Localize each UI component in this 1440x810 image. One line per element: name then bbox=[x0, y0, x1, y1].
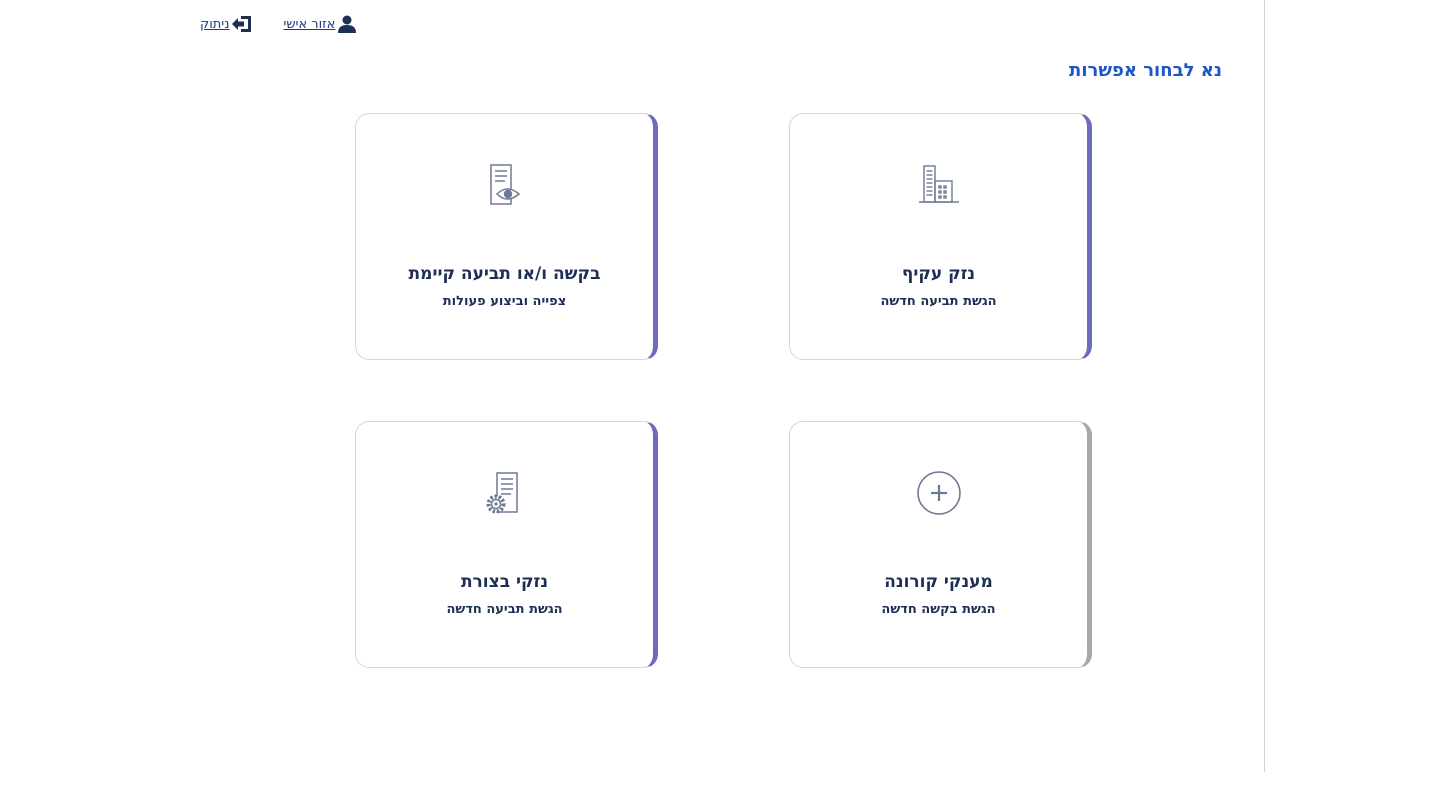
card-drought-damage[interactable]: נזקי בצורת הגשת תביעה חדשה bbox=[355, 421, 658, 668]
card-title: נזקי בצורת bbox=[460, 572, 549, 592]
document-eye-icon bbox=[356, 160, 653, 210]
card-subtitle: הגשת תביעה חדשה bbox=[880, 294, 997, 309]
vertical-divider bbox=[1264, 0, 1265, 772]
card-subtitle: צפייה וביצוע פעולות bbox=[442, 294, 567, 309]
building-icon bbox=[790, 160, 1087, 210]
document-gear-icon bbox=[356, 468, 653, 518]
personal-area-link[interactable]: אזור אישי bbox=[283, 14, 357, 34]
personal-area-label: אזור אישי bbox=[283, 16, 336, 32]
page-title: נא לבחור אפשרות bbox=[1069, 60, 1222, 81]
top-bar: אזור אישי ניתוק bbox=[200, 12, 357, 36]
card-indirect-damage[interactable]: נזק עקיף הגשת תביעה חדשה bbox=[789, 113, 1092, 360]
logout-link[interactable]: ניתוק bbox=[200, 14, 253, 34]
card-title: נזק עקיף bbox=[901, 264, 976, 284]
logout-icon bbox=[231, 14, 253, 34]
card-subtitle: הגשת בקשה חדשה bbox=[881, 602, 996, 617]
plus-circle-icon bbox=[790, 468, 1087, 518]
card-existing-request[interactable]: בקשה ו/או תביעה קיימת צפייה וביצוע פעולו… bbox=[355, 113, 658, 360]
card-corona-grants[interactable]: מענקי קורונה הגשת בקשה חדשה bbox=[789, 421, 1092, 668]
user-icon bbox=[337, 14, 357, 34]
card-title: מענקי קורונה bbox=[884, 572, 993, 592]
card-title: בקשה ו/או תביעה קיימת bbox=[408, 264, 601, 284]
card-subtitle: הגשת תביעה חדשה bbox=[446, 602, 563, 617]
logout-label: ניתוק bbox=[200, 16, 230, 32]
